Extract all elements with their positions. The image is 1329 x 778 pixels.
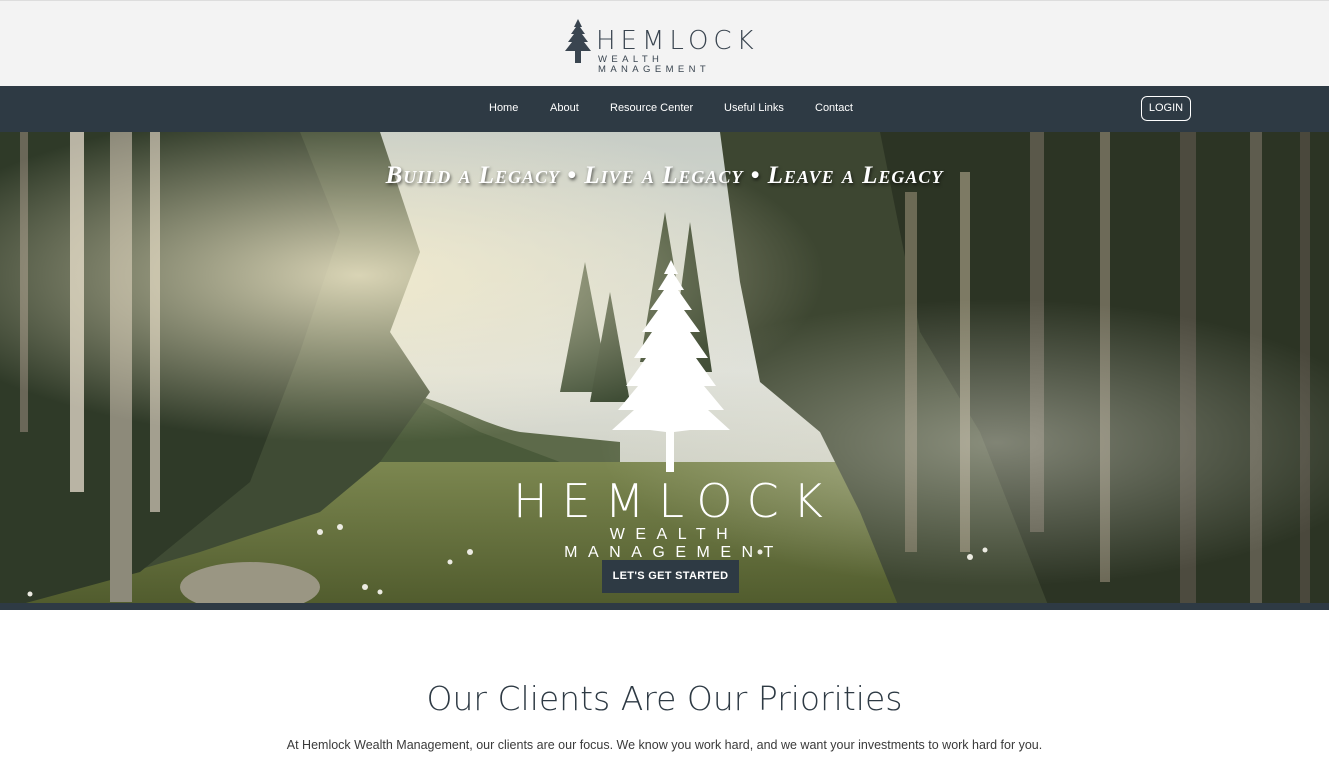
hero-banner: Build a Legacy • Live a Legacy • Leave a… xyxy=(0,132,1329,610)
login-button[interactable]: LOGIN xyxy=(1141,96,1191,121)
nav-item-useful-links[interactable]: Useful Links xyxy=(724,101,784,115)
logo-subtitle: WEALTH MANAGEMENT xyxy=(598,54,711,75)
intro-paragraph: At Hemlock Wealth Management, our client… xyxy=(286,738,1043,752)
hero-brand-subtitle: WEALTH MANAGEMENT xyxy=(564,526,784,561)
nav-item-about[interactable]: About xyxy=(550,101,579,115)
logo-name: HEMLOCK xyxy=(596,26,759,56)
logo-bar: HEMLOCK WEALTH MANAGEMENT xyxy=(0,0,1329,86)
hero-tagline: Build a Legacy • Live a Legacy • Leave a… xyxy=(385,162,944,189)
hero-brand-name: HEMLOCK xyxy=(513,474,837,528)
nav-item-home[interactable]: Home xyxy=(489,101,518,115)
hero-bottom-border xyxy=(0,603,1329,610)
nav-item-contact[interactable]: Contact xyxy=(815,101,853,115)
nav-item-resource-center[interactable]: Resource Center xyxy=(610,101,693,115)
white-tree-icon xyxy=(612,260,730,472)
main-nav: Home About Resource Center Useful Links … xyxy=(0,86,1329,132)
section-heading: Our Clients Are Our Priorities xyxy=(426,679,903,718)
get-started-button[interactable]: LET'S GET STARTED xyxy=(602,560,739,593)
hemlock-tree-icon xyxy=(565,19,591,63)
site-logo[interactable]: HEMLOCK WEALTH MANAGEMENT xyxy=(562,17,782,75)
